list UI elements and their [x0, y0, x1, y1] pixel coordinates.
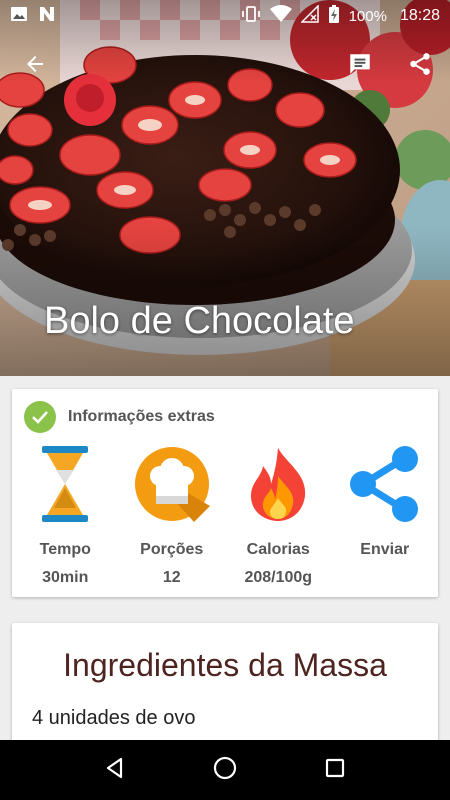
recipe-screen: Bolo de Chocolate 100% 18:28 Informações… — [0, 0, 450, 800]
back-button[interactable] — [13, 44, 57, 88]
recipe-title: Bolo de Chocolate — [44, 300, 355, 342]
ingredient-item: 4 unidades de ovo — [32, 707, 196, 729]
clock: 18:28 — [399, 7, 440, 24]
info-item-calories: Calorias 208/100g — [225, 445, 332, 587]
image-icon — [10, 5, 28, 28]
hourglass-icon — [12, 445, 119, 523]
comments-button[interactable] — [338, 44, 382, 88]
info-value-time: 30min — [42, 569, 89, 586]
info-label-time: Tempo — [39, 541, 91, 558]
wifi-icon — [269, 5, 292, 27]
ingredients-title: Ingredientes da Massa — [63, 647, 387, 683]
info-label-servings: Porções — [140, 541, 204, 558]
no-signal-icon — [299, 4, 319, 27]
vibrate-icon — [241, 5, 261, 27]
extra-info-card: Informações extras Tempo 30min Porções 1… — [12, 389, 438, 597]
info-value-calories: 208/100g — [244, 569, 313, 586]
status-bar: 100% 18:28 — [0, 0, 450, 32]
navigation-bar — [0, 740, 450, 800]
info-label-send[interactable]: Enviar — [332, 541, 439, 559]
share-button[interactable] — [398, 44, 442, 88]
extra-info-title: Informações extras — [68, 408, 215, 425]
info-item-servings: Porções 12 — [119, 445, 226, 587]
nav-recents-button[interactable] — [311, 746, 359, 794]
info-item-time: Tempo 30min — [12, 445, 119, 587]
share-icon — [407, 51, 433, 82]
info-items: Tempo 30min Porções 12 Calorias 208/100g… — [12, 445, 438, 587]
check-icon — [24, 401, 56, 433]
recents-square-icon — [324, 757, 346, 784]
nav-back-button[interactable] — [91, 746, 139, 794]
flame-icon — [225, 445, 332, 523]
info-label-calories: Calorias — [246, 541, 310, 558]
info-value-servings: 12 — [162, 569, 181, 586]
extra-info-header: Informações extras — [24, 401, 215, 433]
share-icon[interactable] — [332, 445, 439, 523]
app-bar — [0, 44, 450, 88]
chef-hat-icon — [119, 445, 226, 523]
nav-home-button[interactable] — [201, 746, 249, 794]
home-circle-icon — [212, 755, 238, 786]
n-logo-icon — [38, 5, 56, 28]
comment-icon — [347, 51, 373, 82]
battery-level: 100% — [348, 7, 387, 25]
arrow-back-icon — [23, 52, 47, 81]
battery-charging-icon — [328, 4, 340, 28]
info-item-send[interactable]: Enviar — [332, 445, 439, 587]
back-triangle-icon — [103, 756, 127, 785]
